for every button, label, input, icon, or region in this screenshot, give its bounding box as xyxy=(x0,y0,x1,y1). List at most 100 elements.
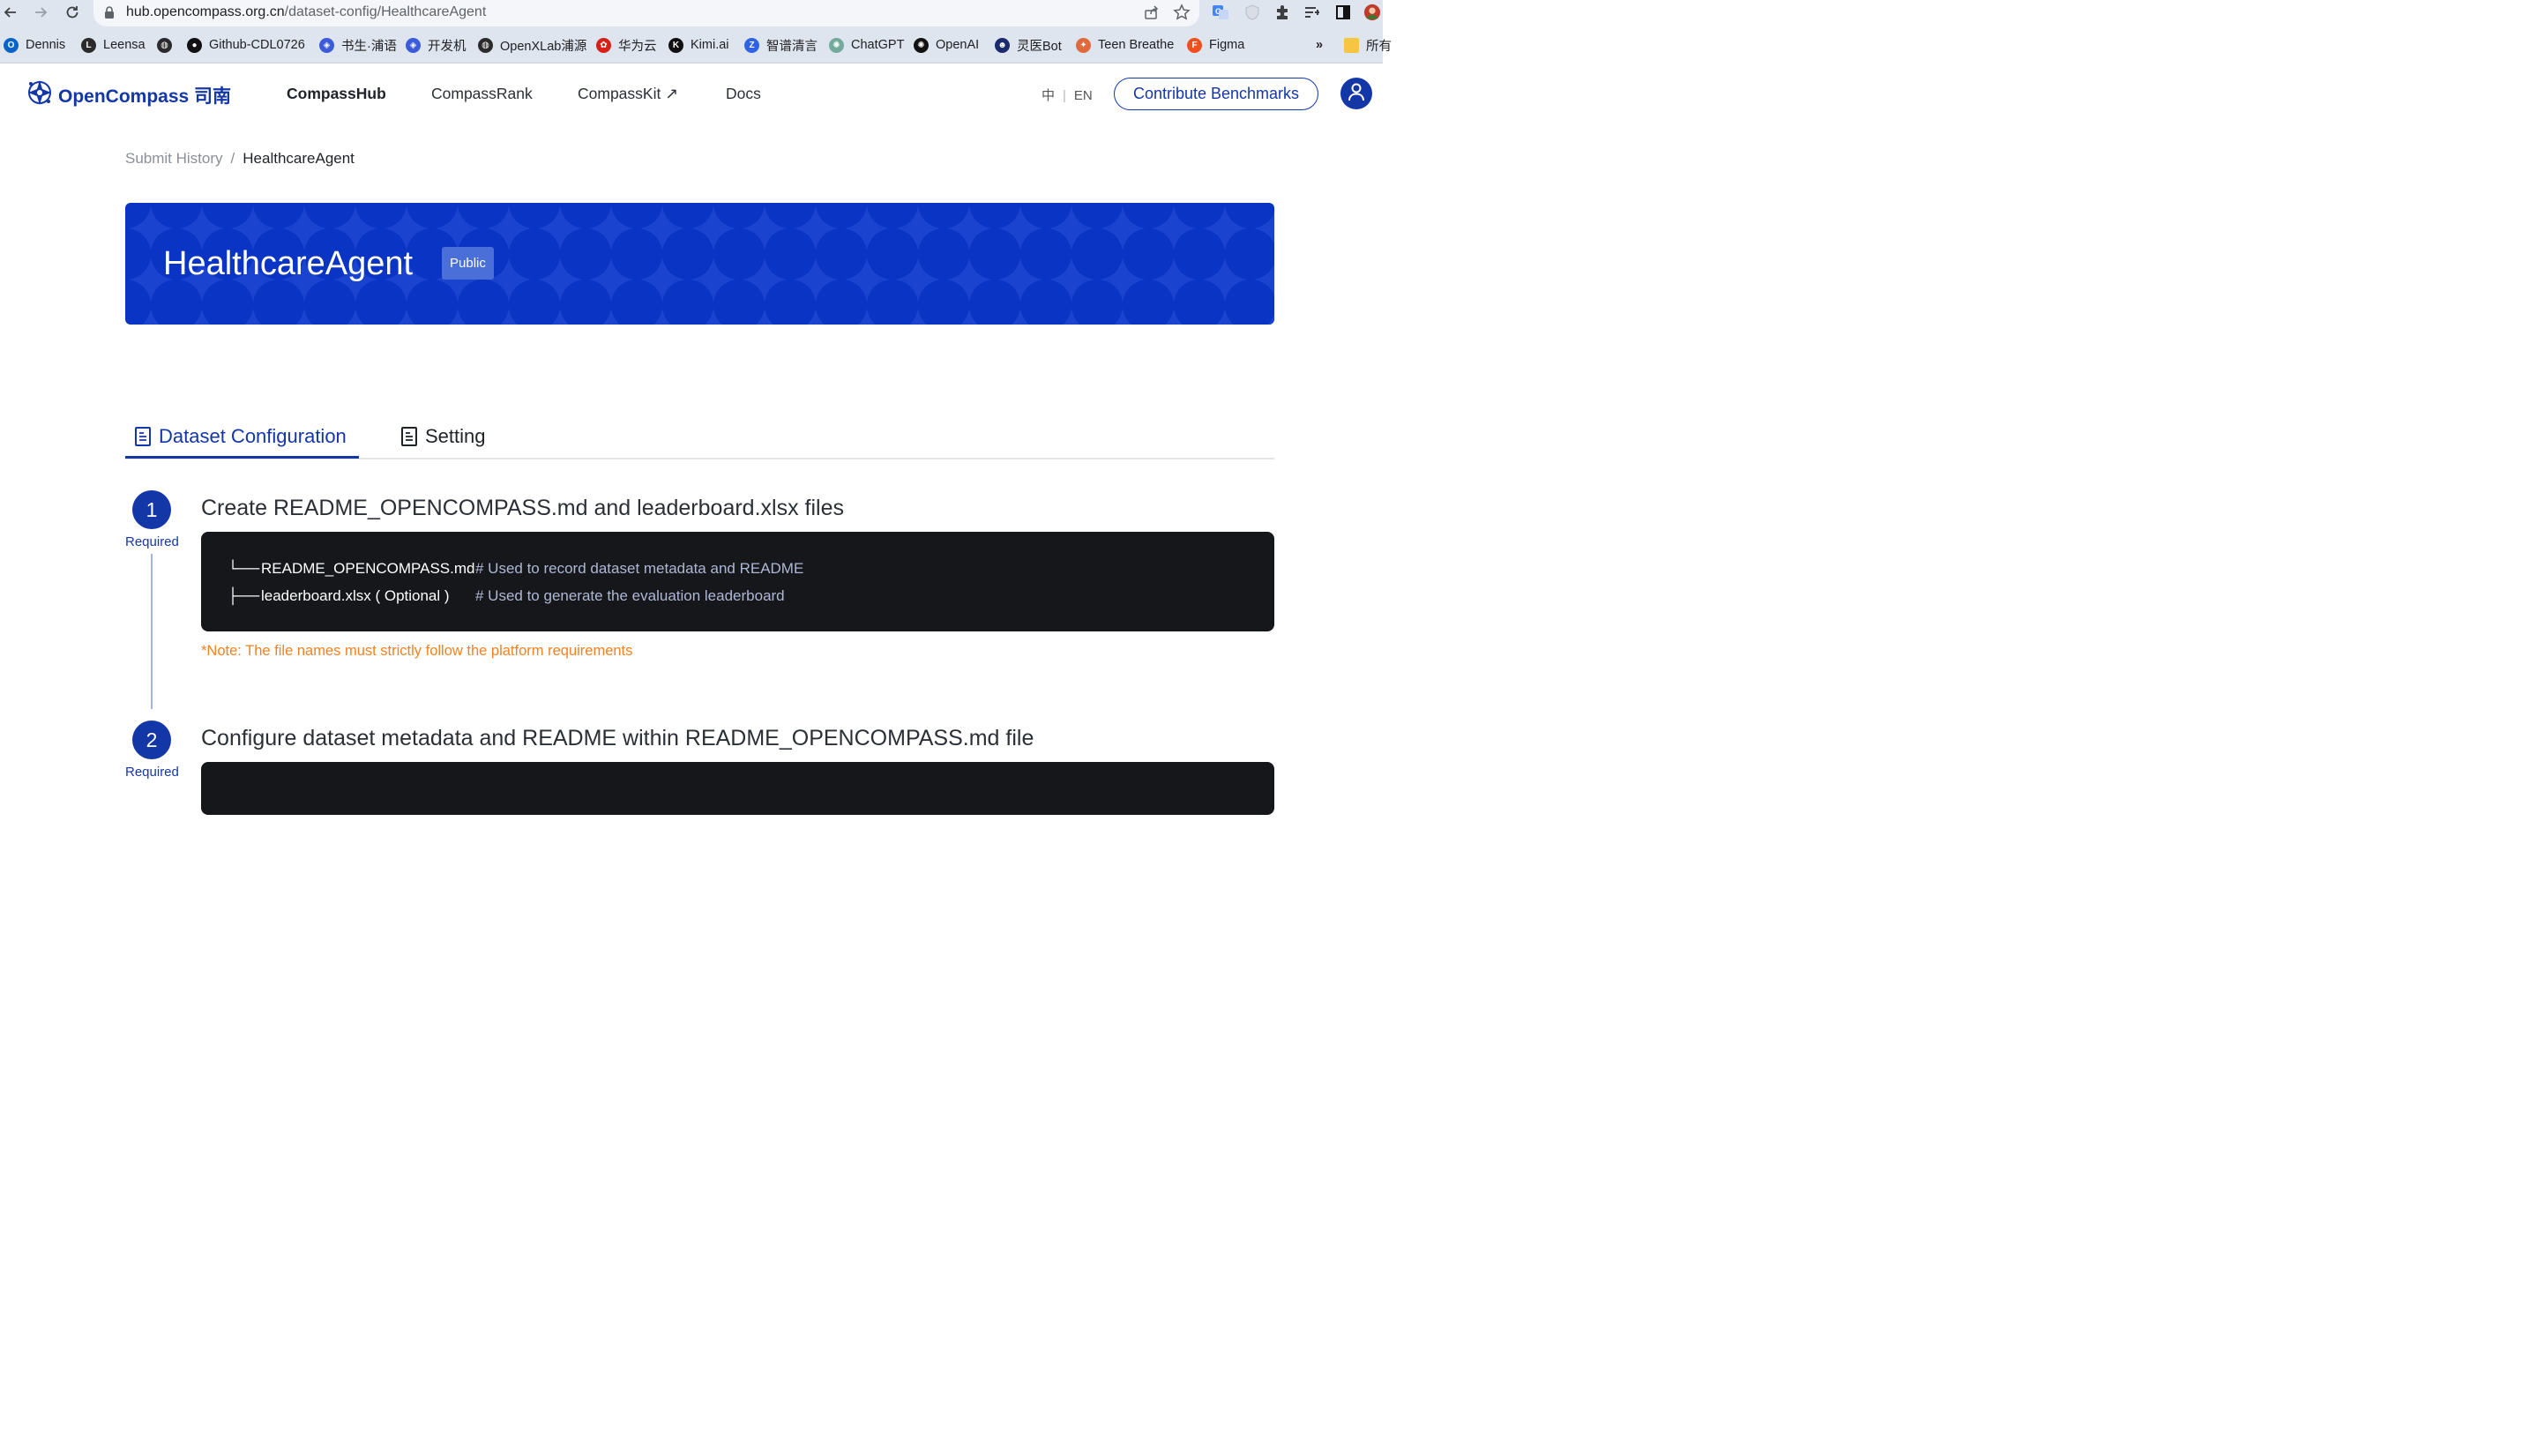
breadcrumb-submit-history[interactable]: Submit History xyxy=(125,150,223,167)
back-icon[interactable] xyxy=(0,2,21,23)
reload-icon[interactable] xyxy=(62,2,83,23)
profile-avatar-icon[interactable] xyxy=(1363,4,1381,21)
bookmark-item[interactable]: ● Github-CDL0726 xyxy=(187,36,305,54)
bookmark-item[interactable]: ✺ OpenAI xyxy=(914,36,979,54)
logo-text: OpenCompass 司南 xyxy=(58,86,232,107)
bookmark-label: Github-CDL0726 xyxy=(209,38,305,52)
tab-label: Setting xyxy=(425,425,486,447)
bot-icon: ☻ xyxy=(995,37,1010,53)
bookmark-item[interactable]: ☻ 灵医Bot xyxy=(995,36,1062,54)
contribute-benchmarks-button[interactable]: Contribute Benchmarks xyxy=(1114,78,1318,110)
bookmark-item[interactable]: ◈ 开发机 xyxy=(406,36,467,54)
step-title: Create README_OPENCOMPASS.md and leaderb… xyxy=(201,496,844,520)
bookmark-item[interactable]: ◍ xyxy=(157,36,172,54)
filename-note: *Note: The file names must strictly foll… xyxy=(201,643,633,659)
code-line: ├── leaderboard.xlsx ( Optional ) xyxy=(228,587,450,605)
lang-zh[interactable]: 中 xyxy=(1042,88,1055,103)
nav-compassrank[interactable]: CompassRank xyxy=(431,85,533,103)
user-icon xyxy=(1348,82,1365,106)
github-icon: ● xyxy=(187,37,202,53)
breadcrumb-current: HealthcareAgent xyxy=(243,150,355,167)
share-icon[interactable] xyxy=(1143,4,1161,26)
address-bar[interactable]: hub.opencompass.org.cn/dataset-config/He… xyxy=(93,0,1199,26)
bookmark-item[interactable]: ✦ Teen Breathe xyxy=(1076,36,1174,54)
bookmark-label: Teen Breathe xyxy=(1098,38,1175,52)
bookmark-label: OpenAI xyxy=(936,38,980,52)
shield-extension-icon[interactable] xyxy=(1243,4,1261,21)
chatgpt-icon: ✺ xyxy=(829,37,844,53)
bookmark-label: 华为云 xyxy=(618,39,657,54)
nav-compasshub[interactable]: CompassHub xyxy=(287,85,386,103)
lock-icon xyxy=(104,5,115,24)
bookmarks-overflow-button[interactable]: » xyxy=(1316,36,1323,54)
visibility-badge: Public xyxy=(442,247,494,280)
tab-label: Dataset Configuration xyxy=(159,425,347,447)
file-name: README_OPENCOMPASS.md xyxy=(261,560,475,577)
step-number: 1 xyxy=(132,490,171,529)
bookmark-item[interactable]: O Dennis xyxy=(4,36,65,54)
step-connector xyxy=(151,554,153,709)
tree-branch: └── xyxy=(228,560,260,577)
code-comment: # Used to generate the evaluation leader… xyxy=(475,587,785,604)
site-header: OpenCompass 司南 CompassHub CompassRank Co… xyxy=(0,64,1383,126)
bookmark-label: Leensa xyxy=(103,38,146,52)
language-switcher: 中 | EN xyxy=(1042,86,1093,104)
tree-branch: ├── xyxy=(228,587,260,604)
lang-en[interactable]: EN xyxy=(1074,88,1093,103)
outlook-icon: O xyxy=(4,37,19,53)
bookmark-item[interactable]: ◈ 书生·浦语 xyxy=(319,36,397,54)
internlm-icon: ◈ xyxy=(319,37,334,53)
code-comment: # Used to record dataset metadata and RE… xyxy=(475,560,804,577)
dataset-banner: HealthcareAgent Public xyxy=(125,203,1274,325)
config-tabs: Dataset Configuration Setting xyxy=(125,414,1274,459)
bookmark-item[interactable]: K Kimi.ai xyxy=(668,36,729,54)
nav-docs[interactable]: Docs xyxy=(726,85,761,103)
code-line: └── README_OPENCOMPASS.md xyxy=(228,560,474,578)
bookmark-label: Figma xyxy=(1209,38,1245,52)
step-required-label: Required xyxy=(125,534,179,549)
nav-compasskit[interactable]: CompassKit ↗ xyxy=(578,85,678,103)
bookmark-label: Kimi.ai xyxy=(691,38,729,52)
step-number: 2 xyxy=(132,721,171,759)
bookmark-folder[interactable]: 所有 xyxy=(1344,36,1392,54)
star-icon[interactable] xyxy=(1173,4,1191,26)
globe-icon: ◍ xyxy=(478,37,493,53)
bookmark-label: 智谱清言 xyxy=(766,39,818,54)
bookmark-item[interactable]: ✺ ChatGPT xyxy=(829,36,904,54)
internlm-icon: ◈ xyxy=(406,37,421,53)
reading-list-icon[interactable] xyxy=(1303,4,1321,21)
teen-breathe-icon: ✦ xyxy=(1076,37,1091,53)
bookmark-label: ChatGPT xyxy=(851,38,905,52)
bookmark-folder-label: 所有 xyxy=(1366,39,1392,54)
url-path: /dataset-config/HealthcareAgent xyxy=(284,4,487,19)
bookmark-item[interactable]: F Figma xyxy=(1187,36,1244,54)
step-required-label: Required xyxy=(125,765,179,780)
step-title: Configure dataset metadata and README wi… xyxy=(201,726,1034,750)
bookmark-item[interactable]: ✿ 华为云 xyxy=(596,36,657,54)
globe-icon: ◍ xyxy=(157,37,172,53)
tab-setting[interactable]: Setting xyxy=(400,420,486,453)
huawei-icon: ✿ xyxy=(596,37,611,53)
user-avatar[interactable] xyxy=(1340,78,1372,109)
translate-icon[interactable]: G xyxy=(1212,4,1229,21)
bookmark-label: 书生·浦语 xyxy=(341,39,397,54)
sidebar-icon[interactable] xyxy=(1334,4,1352,21)
breadcrumb: Submit History / HealthcareAgent xyxy=(125,150,355,168)
bookmarks-bar: O Dennis L Leensa ◍ ● Github-CDL0726 ◈ 书生·浦语 ◈ 开发机… xyxy=(0,26,1392,63)
url-text[interactable]: hub.opencompass.org.cn/dataset-config/He… xyxy=(126,4,486,20)
bookmark-item[interactable]: L Leensa xyxy=(81,36,146,54)
forward-icon[interactable] xyxy=(30,2,51,23)
puzzle-icon[interactable] xyxy=(1273,4,1291,21)
url-host: hub.opencompass.org.cn xyxy=(126,4,285,19)
site-logo[interactable]: OpenCompass 司南 xyxy=(26,78,231,111)
bookmark-label: OpenXLab浦源 xyxy=(500,39,587,54)
bookmark-item[interactable]: ◍ OpenXLab浦源 xyxy=(478,36,586,54)
bookmark-label: 开发机 xyxy=(428,39,467,54)
tab-dataset-configuration[interactable]: Dataset Configuration xyxy=(134,420,347,453)
zhipu-icon: Z xyxy=(744,37,759,53)
bookmark-item[interactable]: Z 智谱清言 xyxy=(744,36,818,54)
folder-icon xyxy=(1344,37,1359,53)
dataset-title: HealthcareAgent xyxy=(163,245,414,282)
file-name: leaderboard.xlsx ( Optional ) xyxy=(261,587,450,604)
openai-icon: ✺ xyxy=(914,37,929,53)
